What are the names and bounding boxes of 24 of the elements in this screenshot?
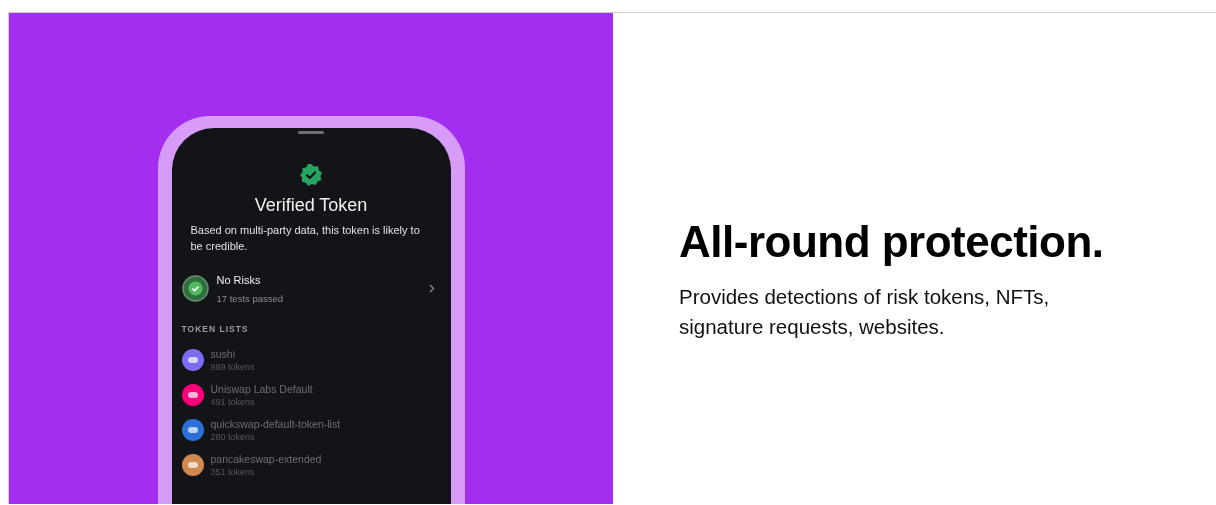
- token-list-row[interactable]: Uniswap Labs Default 491 tokens: [181, 382, 441, 408]
- token-count: 280 tokens: [210, 431, 256, 443]
- token-list-name: quickswap-default-token-list: [210, 417, 341, 431]
- check-circle-icon: [181, 275, 209, 303]
- token-list-name: sushi: [210, 347, 236, 361]
- token-count: 351 tokens: [210, 466, 256, 478]
- token-list-row[interactable]: quickswap-default-token-list 280 tokens: [181, 417, 441, 443]
- risk-row[interactable]: No Risks 17 tests passed: [181, 272, 441, 306]
- risk-title: No Risks: [216, 273, 262, 288]
- body-text: Provides detections of risk tokens, NFTs, signature requests, websites.: [679, 284, 1051, 340]
- verified-title: Verified Token: [254, 194, 368, 216]
- token-list-name: pancakeswap-extended: [210, 452, 322, 466]
- token-list-row[interactable]: sushi 989 tokens: [181, 347, 441, 373]
- description-text: Based on multi-party data, this token is likely to be credible.: [189, 223, 421, 254]
- token-list-name: Uniswap Labs Default: [210, 382, 313, 396]
- grabber: [298, 131, 324, 134]
- token-count: 491 tokens: [210, 396, 256, 408]
- chevron-right-icon: [428, 284, 435, 294]
- section-label: TOKEN LISTS: [181, 322, 250, 336]
- risk-subtitle: 17 tests passed: [216, 291, 285, 306]
- verified-badge-icon: [299, 163, 323, 187]
- heading: All-round protection.: [679, 218, 1105, 266]
- token-count: 989 tokens: [210, 361, 255, 373]
- token-list-row[interactable]: pancakeswap-extended 351 tokens: [181, 452, 441, 478]
